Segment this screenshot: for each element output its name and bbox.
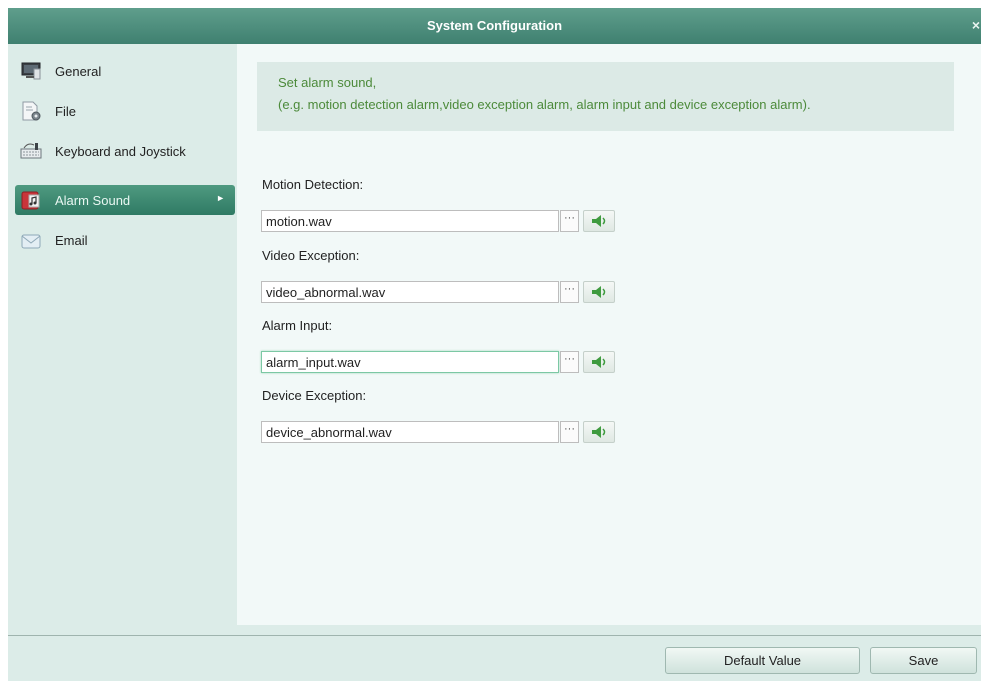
speaker-icon [592, 356, 606, 368]
device-exception-label: Device Exception: [262, 388, 367, 403]
play-sound-button[interactable] [583, 281, 615, 303]
browse-button[interactable]: ··· [560, 421, 579, 443]
browse-button[interactable]: ··· [560, 351, 579, 373]
sidebar-item-label: File [55, 104, 76, 119]
sidebar-item-alarm-sound[interactable]: Alarm Sound ► [15, 185, 235, 215]
sidebar-item-keyboard-and-joystick[interactable]: Keyboard and Joystick [15, 136, 235, 166]
info-line: Set alarm sound, [278, 75, 377, 90]
sidebar-item-general[interactable]: General [15, 56, 235, 86]
device-exception-sound-field[interactable] [261, 421, 559, 443]
alarm-input-sound-field[interactable] [261, 351, 559, 373]
speaker-icon [592, 426, 606, 438]
window-title: System Configuration [426, 18, 563, 33]
chevron-right-icon: ► [216, 193, 225, 203]
play-sound-button[interactable] [583, 421, 615, 443]
title-bar: System Configuration × [8, 8, 981, 44]
video-exception-label: Video Exception: [262, 248, 360, 263]
sidebar-item-label: General [55, 64, 102, 79]
sidebar-item-email[interactable]: Email [15, 225, 235, 255]
info-line: (e.g. motion detection alarm,video excep… [278, 97, 811, 112]
motion-detection-sound-field[interactable] [261, 210, 559, 232]
speaker-icon [592, 215, 606, 227]
system-configuration-window: System Configuration × General File Keyb… [8, 8, 981, 681]
save-button[interactable]: Save [870, 647, 977, 674]
sidebar-item-file[interactable]: File [15, 96, 235, 126]
keyboard-icon [20, 140, 42, 162]
footer-divider [8, 635, 981, 636]
browse-button[interactable]: ··· [560, 210, 579, 232]
browse-button[interactable]: ··· [560, 281, 579, 303]
info-box: Set alarm sound, (e.g. motion detection … [257, 62, 954, 131]
sidebar-item-label: Keyboard and Joystick [55, 144, 186, 159]
sidebar-item-label: Email [55, 233, 88, 248]
sidebar: General File Keyboard and Joystick Alarm… [8, 44, 237, 625]
sidebar-item-label: Alarm Sound [55, 193, 131, 208]
monitor-icon [20, 60, 42, 82]
video-exception-sound-field[interactable] [261, 281, 559, 303]
alarm-sound-panel: Set alarm sound, (e.g. motion detection … [237, 44, 981, 625]
close-icon[interactable]: × [972, 17, 980, 33]
play-sound-button[interactable] [583, 351, 615, 373]
play-sound-button[interactable] [583, 210, 615, 232]
alarm-input-label: Alarm Input: [262, 318, 333, 333]
alarm-sound-icon [20, 189, 42, 211]
speaker-icon [592, 286, 606, 298]
file-gear-icon [20, 100, 42, 122]
motion-detection-label: Motion Detection: [262, 177, 364, 192]
default-value-button[interactable]: Default Value [665, 647, 860, 674]
envelope-icon [20, 229, 42, 251]
